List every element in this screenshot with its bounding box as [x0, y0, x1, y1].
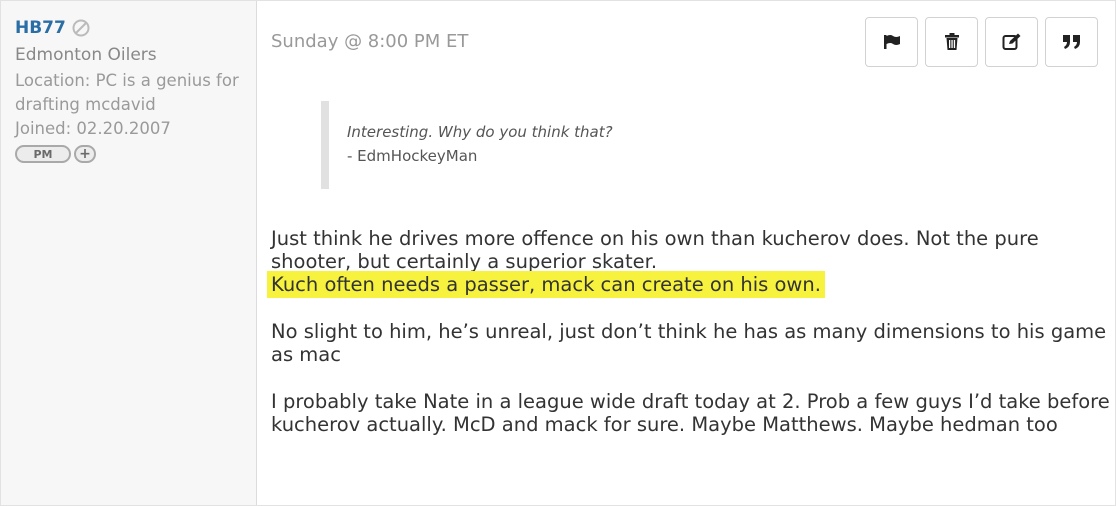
- username-link[interactable]: HB77: [15, 18, 66, 38]
- post-paragraph-1-highlight: Kuch often needs a passer, mack can crea…: [267, 271, 1111, 298]
- user-team: Edmonton Oilers: [15, 45, 157, 65]
- post-paragraph-3: I probably take Nate in a league wide dr…: [271, 390, 1110, 436]
- delete-button[interactable]: [925, 17, 978, 67]
- quote-block: Interesting. Why do you think that? - Ed…: [321, 101, 701, 189]
- user-sidebar: HB77 Edmonton Oilers Location: PC is a g…: [1, 1, 257, 505]
- add-friend-button[interactable]: +: [74, 145, 96, 163]
- highlighted-text: Kuch often needs a passer, mack can crea…: [267, 271, 825, 298]
- user-joined: Joined: 02.20.2007: [15, 119, 171, 138]
- user-location: Location: PC is a genius for drafting mc…: [15, 71, 239, 114]
- pm-button[interactable]: PM: [15, 145, 71, 163]
- post-paragraph-2: No slight to him, he’s unreal, just don’…: [271, 320, 1107, 366]
- quote-button[interactable]: [1045, 17, 1098, 67]
- edit-button[interactable]: [985, 17, 1038, 67]
- post-main: Sunday @ 8:00 PM ET Interesting. Why do …: [257, 1, 1115, 505]
- blocked-icon[interactable]: [72, 19, 90, 37]
- forum-post: HB77 Edmonton Oilers Location: PC is a g…: [0, 0, 1116, 506]
- flag-icon: [883, 35, 900, 49]
- edit-icon: [1002, 33, 1020, 50]
- report-button[interactable]: [865, 17, 918, 67]
- quote-text: Interesting. Why do you think that?: [347, 123, 613, 141]
- trash-icon: [944, 33, 959, 50]
- post-paragraph-1: Just think he drives more offence on his…: [271, 227, 1039, 273]
- username-row: HB77: [15, 15, 256, 41]
- post-date: Sunday @ 8:00 PM ET: [271, 31, 469, 52]
- post-actions: [865, 17, 1098, 67]
- quote-author: - EdmHockeyMan: [347, 147, 478, 165]
- user-buttons: PM +: [15, 145, 256, 163]
- post-body: Just think he drives more offence on his…: [267, 227, 1111, 460]
- quote-icon: [1062, 35, 1080, 49]
